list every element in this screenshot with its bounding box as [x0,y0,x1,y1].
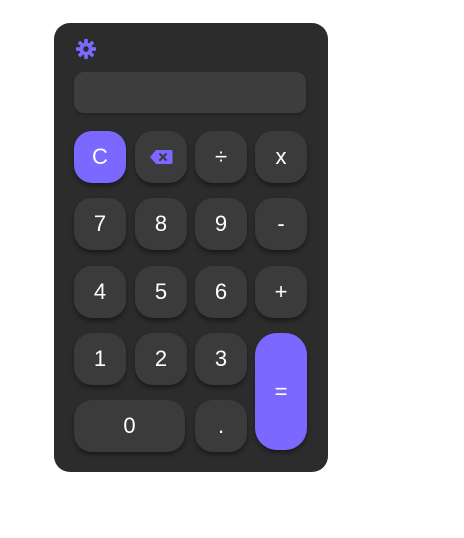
calculator-display [74,72,306,113]
equals-button[interactable]: = [255,333,307,450]
divide-button[interactable]: ÷ [195,131,247,183]
digit-4-button[interactable]: 4 [74,266,126,318]
backspace-icon [150,150,173,164]
clear-button[interactable]: C [74,131,126,183]
digit-7-button[interactable]: 7 [74,198,126,250]
digit-1-button[interactable]: 1 [74,333,126,385]
gear-icon[interactable] [75,38,97,60]
plus-button[interactable]: + [255,266,307,318]
digit-2-button[interactable]: 2 [135,333,187,385]
minus-button[interactable]: - [255,198,307,250]
multiply-button[interactable]: x [255,131,307,183]
decimal-button[interactable]: . [195,400,247,452]
backspace-button[interactable] [135,131,187,183]
digit-8-button[interactable]: 8 [135,198,187,250]
digit-3-button[interactable]: 3 [195,333,247,385]
digit-9-button[interactable]: 9 [195,198,247,250]
calculator: C ÷ x 7 8 9 - 4 5 6 + 1 2 3 = 0 . [54,23,328,472]
digit-6-button[interactable]: 6 [195,266,247,318]
digit-5-button[interactable]: 5 [135,266,187,318]
digit-0-button[interactable]: 0 [74,400,185,452]
